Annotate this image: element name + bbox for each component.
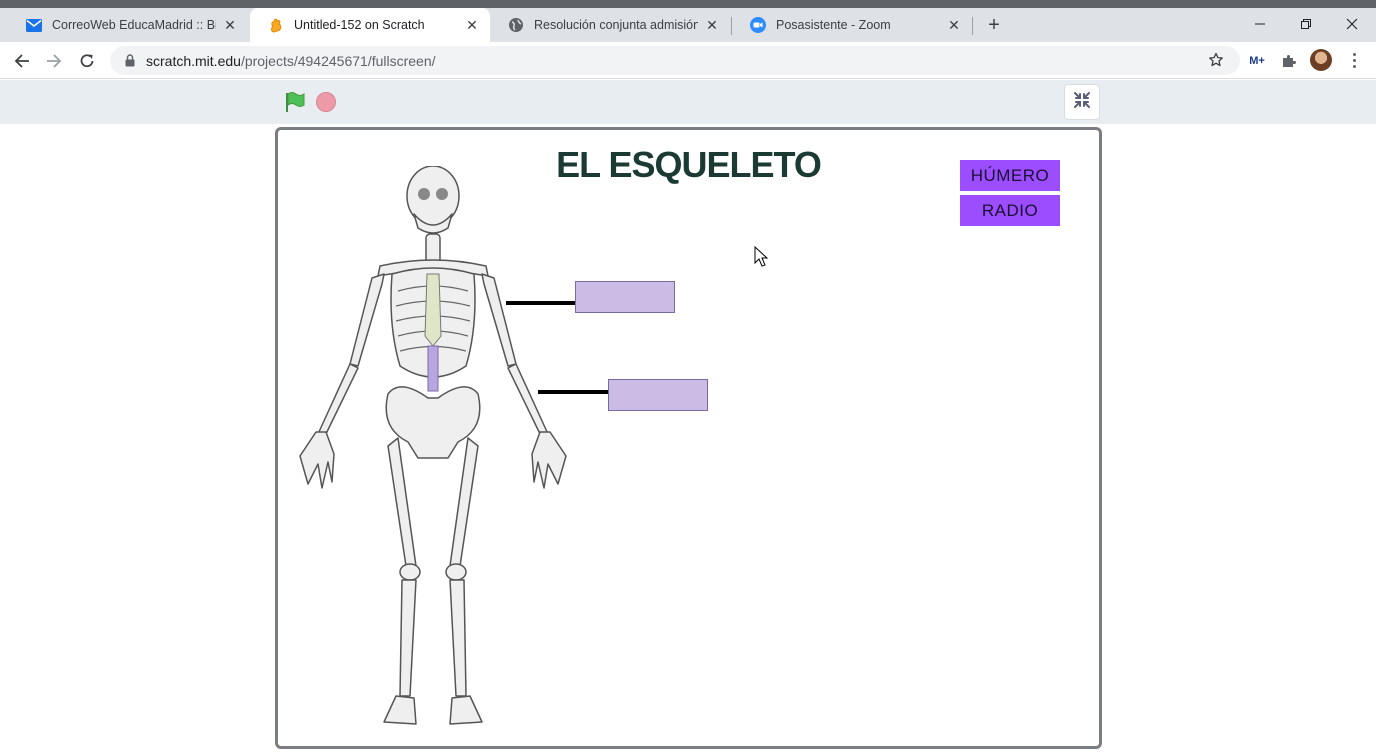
drop-slot-upper[interactable] (575, 281, 675, 313)
exit-fullscreen-button[interactable] (1064, 84, 1100, 120)
exit-fullscreen-icon (1073, 91, 1091, 114)
scratch-icon (268, 17, 284, 33)
url-path: /projects/494245671/fullscreen/ (240, 52, 436, 69)
option-humero[interactable]: HÚMERO (960, 160, 1060, 191)
stop-icon[interactable] (316, 92, 336, 112)
bookmark-star-icon[interactable] (1206, 50, 1226, 70)
drop-slot-lower[interactable] (608, 379, 708, 411)
back-icon[interactable] (10, 49, 34, 73)
restore-icon[interactable] (1294, 12, 1318, 36)
tab-resolucion[interactable]: Resolución conjunta admisión ré ✕ (490, 8, 730, 42)
browser-toolbar: scratch.mit.edu/projects/494245671/fulls… (0, 42, 1376, 79)
skeleton-illustration (299, 166, 567, 725)
new-tab-button[interactable]: + (984, 14, 1004, 36)
tab-separator (972, 17, 973, 35)
profile-avatar[interactable] (1310, 49, 1332, 71)
more-menu-icon[interactable] (1345, 50, 1363, 70)
green-flag-icon[interactable] (283, 90, 307, 114)
option-radio[interactable]: RADIO (960, 195, 1060, 226)
tab-title: Untitled-152 on Scratch (294, 18, 425, 32)
zoom-icon (750, 17, 766, 33)
mail-icon (26, 17, 42, 33)
extensions-puzzle-icon[interactable] (1278, 50, 1300, 72)
minimize-icon[interactable] (1248, 12, 1272, 36)
window-top-strip (0, 0, 1376, 8)
tab-title: CorreoWeb EducaMadrid :: Bienv (52, 18, 216, 32)
close-icon[interactable]: ✕ (222, 17, 238, 33)
scratch-stage[interactable]: EL ESQUELETO HÚMERO RADIO (275, 127, 1102, 749)
tab-zoom[interactable]: Posasistente - Zoom ✕ (732, 8, 972, 42)
close-icon[interactable]: ✕ (946, 17, 962, 33)
mouse-cursor-icon (754, 246, 768, 267)
tab-correoweb[interactable]: CorreoWeb EducaMadrid :: Bienv ✕ (8, 8, 248, 42)
address-bar[interactable]: scratch.mit.edu/projects/494245671/fulls… (110, 46, 1240, 75)
globe-icon (508, 17, 524, 33)
movistar-extension-icon[interactable]: M+ (1246, 50, 1268, 72)
reload-icon[interactable] (75, 49, 99, 73)
url-host: scratch.mit.edu (146, 52, 241, 69)
tab-bar: CorreoWeb EducaMadrid :: Bienv ✕ Untitle… (0, 8, 1376, 42)
lock-icon (122, 53, 138, 69)
tab-scratch[interactable]: Untitled-152 on Scratch ✕ (250, 8, 490, 42)
tab-title: Posasistente - Zoom (776, 18, 891, 32)
stage-title-text: EL ESQUELETO (556, 144, 822, 185)
close-icon[interactable]: ✕ (464, 17, 480, 33)
close-window-icon[interactable] (1340, 12, 1364, 36)
tab-title: Resolución conjunta admisión ré (534, 18, 698, 32)
scratch-controls-bar (0, 80, 1376, 124)
close-icon[interactable]: ✕ (704, 17, 720, 33)
forward-icon[interactable] (42, 49, 66, 73)
